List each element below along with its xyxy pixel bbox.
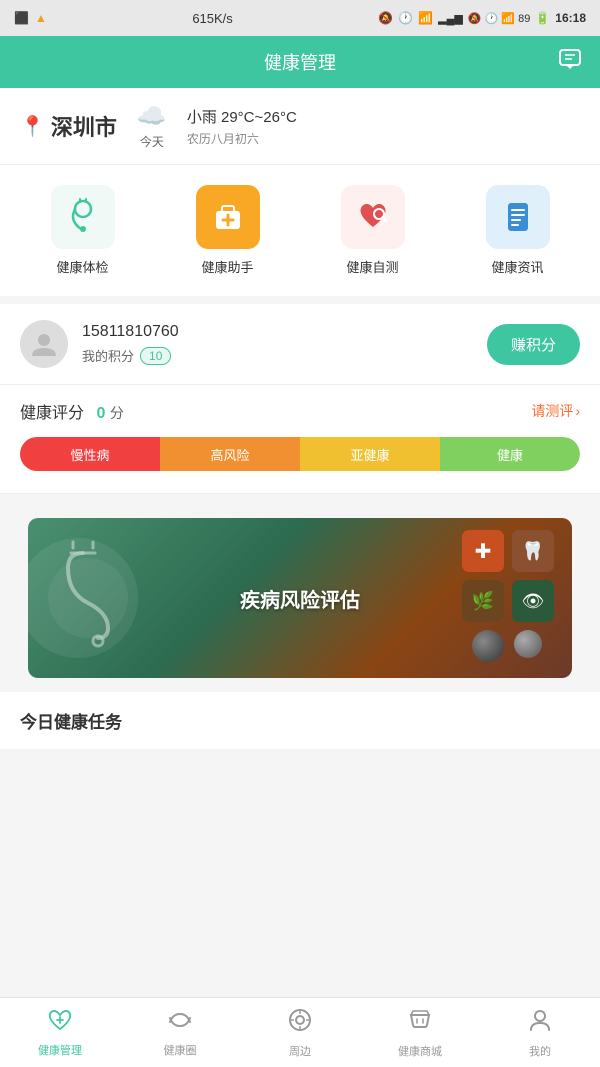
battery-icon: 🔋 xyxy=(535,11,550,25)
weather-today-info: ☁️ 今天 xyxy=(137,102,167,150)
page-title: 健康管理 xyxy=(264,49,336,75)
status-right: 🔕 🕐 📶 ▂▄▆ 🔕 🕐 📶 89 🔋 16:18 xyxy=(378,11,586,25)
menu-label-self-test: 健康自测 xyxy=(346,257,398,276)
sphere-2 xyxy=(514,630,542,658)
menu-assistant[interactable]: 健康助手 xyxy=(196,185,260,276)
alert-icon: ▲ xyxy=(35,11,47,25)
status-left: ⬛ ▲ xyxy=(14,11,47,25)
scale-sub-health: 亚健康 xyxy=(300,437,440,471)
health-score-section: 健康评分 0 分 请测评 › 慢性病 高风险 亚健康 健康 xyxy=(0,385,600,494)
banner-spheres xyxy=(472,630,542,662)
menu-health-check[interactable]: 健康体检 xyxy=(51,185,115,276)
lunar-date: 农历八月初六 xyxy=(187,130,297,147)
menu-news[interactable]: 健康资讯 xyxy=(486,185,550,276)
weather-bar: 📍 深圳市 ☁️ 今天 小雨 29°C~26°C 农历八月初六 xyxy=(0,88,600,165)
scale-healthy: 健康 xyxy=(440,437,580,471)
points-label: 我的积分 xyxy=(82,346,134,365)
header: 健康管理 xyxy=(0,36,600,88)
nav-health-shop-label: 健康商城 xyxy=(398,1043,442,1059)
daily-tasks-title: 今日健康任务 xyxy=(20,713,122,732)
today-label: 今天 xyxy=(140,133,164,150)
scale-high-risk: 高风险 xyxy=(160,437,300,471)
message-icon[interactable] xyxy=(558,48,582,76)
city-name: 深圳市 xyxy=(51,110,117,142)
user-phone: 15811810760 xyxy=(82,323,179,341)
banner-title: 疾病风险评估 xyxy=(240,584,360,613)
chevron-right-icon: › xyxy=(575,403,580,419)
nav-health-mgmt-icon xyxy=(47,1008,73,1038)
health-scale: 慢性病 高风险 亚健康 健康 xyxy=(20,437,580,471)
assistant-icon-bg xyxy=(196,185,260,249)
score-title: 健康评分 xyxy=(20,405,84,422)
score-header: 健康评分 0 分 请测评 › xyxy=(20,399,580,423)
menu-label-health-check: 健康体检 xyxy=(56,257,108,276)
rate-label: 请测评 xyxy=(531,401,573,421)
menu-label-assistant: 健康助手 xyxy=(201,257,253,276)
quick-menu: 健康体检 健康助手 健康自测 xyxy=(0,165,600,304)
banner-wrapper: ✚ 🦷 🌿 👁 疾病风险评估 xyxy=(0,494,600,678)
nav-health-shop-icon xyxy=(407,1007,433,1039)
earn-points-button[interactable]: 赚积分 xyxy=(487,324,580,365)
weather-details: 小雨 29°C~26°C 农历八月初六 xyxy=(187,106,297,147)
nav-health-shop[interactable]: 健康商城 xyxy=(360,998,480,1067)
location-pin-icon: 📍 xyxy=(20,114,45,139)
news-icon-bg xyxy=(486,185,550,249)
user-left: 15811810760 我的积分 10 xyxy=(20,320,179,368)
score-unit: 分 xyxy=(110,405,124,421)
nav-health-mgmt-label: 健康管理 xyxy=(38,1042,82,1058)
location[interactable]: 📍 深圳市 xyxy=(20,110,117,142)
menu-label-news: 健康资讯 xyxy=(491,257,543,276)
self-test-icon-bg xyxy=(341,185,405,249)
banner-card-plus: ✚ xyxy=(462,530,504,572)
scale-chronic: 慢性病 xyxy=(20,437,160,471)
clock-icon: 🕐 xyxy=(398,11,413,25)
nav-health-mgmt[interactable]: 健康管理 xyxy=(0,998,120,1067)
daily-tasks-section: 今日健康任务 xyxy=(0,692,600,749)
rate-button[interactable]: 请测评 › xyxy=(531,401,580,421)
disease-risk-banner[interactable]: ✚ 🦷 🌿 👁 疾病风险评估 xyxy=(28,518,572,678)
warning-icon: ⬛ xyxy=(14,11,29,25)
weather-condition-temp: 小雨 29°C~26°C xyxy=(187,106,297,127)
time-display: 16:18 xyxy=(555,11,586,25)
battery-level: 🔕 🕐 📶 89 xyxy=(468,12,531,25)
banner-card-leaf: 🌿 xyxy=(462,580,504,622)
wifi-icon: 📶 xyxy=(418,11,433,25)
score-value: 0 xyxy=(96,405,105,422)
status-bar: ⬛ ▲ 615K/s 🔕 🕐 📶 ▂▄▆ 🔕 🕐 📶 89 🔋 16:18 xyxy=(0,0,600,36)
status-speed: 615K/s xyxy=(192,11,232,26)
user-points-row: 我的积分 10 xyxy=(82,346,179,365)
mute-icon: 🔕 xyxy=(378,11,393,25)
user-info: 15811810760 我的积分 10 xyxy=(82,323,179,365)
nav-health-circle-label: 健康圈 xyxy=(164,1042,197,1058)
banner-card-eye: 👁 xyxy=(512,580,554,622)
cloud-icon: ☁️ xyxy=(137,102,167,131)
user-bar: 15811810760 我的积分 10 赚积分 xyxy=(0,304,600,385)
nav-mine-label: 我的 xyxy=(529,1043,551,1059)
banner-cards: ✚ 🦷 🌿 👁 xyxy=(462,530,554,622)
nav-nearby[interactable]: 周边 xyxy=(240,998,360,1067)
points-badge: 10 xyxy=(140,347,171,365)
bottom-nav: 健康管理 健康圈 周边 xyxy=(0,997,600,1067)
score-title-row: 健康评分 0 分 xyxy=(20,399,124,423)
menu-self-test[interactable]: 健康自测 xyxy=(341,185,405,276)
nav-nearby-label: 周边 xyxy=(289,1043,311,1059)
avatar xyxy=(20,320,68,368)
banner-card-tooth: 🦷 xyxy=(512,530,554,572)
nav-mine[interactable]: 我的 xyxy=(480,998,600,1067)
nav-health-circle-icon xyxy=(167,1008,193,1038)
banner-stethoscope xyxy=(58,538,138,653)
nav-nearby-icon xyxy=(287,1007,313,1039)
nav-health-circle[interactable]: 健康圈 xyxy=(120,998,240,1067)
health-check-icon-bg xyxy=(51,185,115,249)
nav-mine-icon xyxy=(527,1007,553,1039)
signal-bars: ▂▄▆ xyxy=(438,12,463,25)
sphere-1 xyxy=(472,630,504,662)
